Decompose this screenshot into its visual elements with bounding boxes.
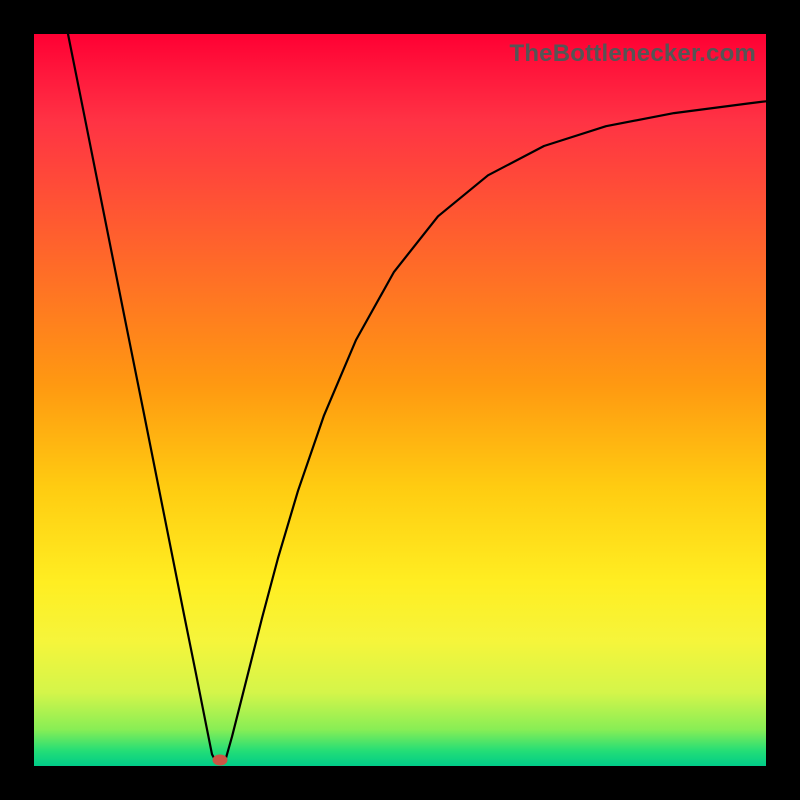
chart-frame: TheBottlenecker.com bbox=[0, 0, 800, 800]
curve-path bbox=[68, 34, 766, 763]
bottleneck-curve bbox=[34, 34, 766, 766]
plot-area: TheBottlenecker.com bbox=[34, 34, 766, 766]
min-marker bbox=[213, 755, 228, 766]
